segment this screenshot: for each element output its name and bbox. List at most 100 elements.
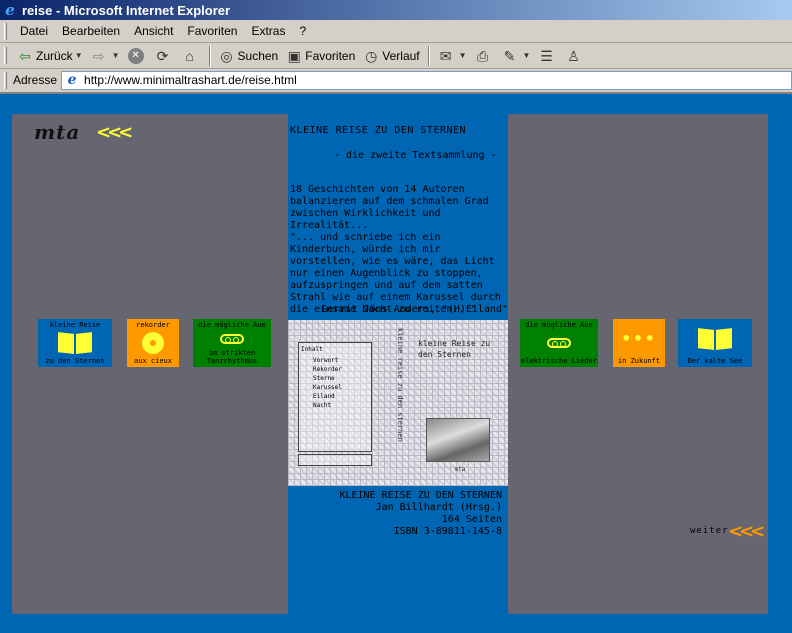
nav-tile-bottom-label: Der kalte See — [687, 357, 743, 365]
book-title: KLEINE REISE ZU DEN STERNEN — [339, 490, 502, 501]
book-cover-image: Inhalt Vorwort Rekorder Sterne Karussel … — [288, 320, 508, 486]
refresh-button[interactable]: ⟳ — [151, 45, 178, 67]
content-title: KLEINE REISE ZU DEN STERNEN — [290, 125, 467, 136]
book-icon — [58, 333, 92, 353]
toolbar-separator — [427, 45, 430, 66]
book-editor: Jan Billhardt (Hrsg.) — [375, 502, 502, 513]
cassette-icon — [547, 338, 571, 348]
cover-toc-entry: Vorwort — [313, 357, 339, 364]
weiter-link[interactable]: weiter — [690, 526, 729, 536]
cover-toc-entry: Rekorder — [313, 366, 342, 373]
menu-extras[interactable]: Extras — [244, 22, 292, 40]
cover-toc-box: Inhalt Vorwort Rekorder Sterne Karussel … — [298, 342, 372, 452]
cover-toc-entry: Nacht — [313, 402, 332, 409]
menu-grip — [4, 22, 7, 40]
toolbar-grip — [4, 47, 7, 64]
window-title: reise - Microsoft Internet Explorer — [22, 2, 231, 18]
favorites-label: Favoriten — [305, 48, 356, 63]
nav-tile-der-kalte-see[interactable]: Der kalte See — [678, 319, 752, 367]
print-button[interactable]: ⎙ — [471, 45, 498, 67]
menu-datei[interactable]: Datei — [13, 22, 55, 40]
menu-bar: Datei Bearbeiten Ansicht Favoriten Extra… — [0, 20, 792, 43]
nav-tile-in-zukunft[interactable]: ••• in Zukunft — [613, 319, 665, 367]
favorites-button[interactable]: ▣ Favoriten — [282, 45, 359, 67]
book-isbn: ISBN 3-89811-145-8 — [393, 526, 502, 537]
nav-tile-kleine-reise[interactable]: kleine Reise zu den Sternen — [38, 319, 112, 367]
nav-tile-bottom-label: aux cieux — [134, 357, 172, 365]
stop-button[interactable]: ✕ — [124, 45, 151, 67]
nav-tile-top-label: die mögliche Aue — [198, 321, 266, 329]
nav-tile-top-label: rekorder — [136, 321, 170, 329]
nav-tile-bottom-label: im strikten Tanzrhythmus — [206, 349, 258, 365]
address-label: Adresse — [13, 73, 58, 87]
mail-dropdown-icon[interactable]: ▼ — [459, 51, 467, 60]
cover-caption: mta — [454, 466, 466, 473]
back-label: Zurück — [36, 48, 73, 63]
book-pages: 164 Seiten — [441, 514, 502, 525]
cover-title: kleine Reise zu den Sternen — [418, 339, 491, 359]
window-titlebar: e reise - Microsoft Internet Explorer — [0, 0, 792, 20]
back-arrow-icon: ⇦ — [19, 47, 31, 64]
internet-explorer-icon: e — [5, 1, 15, 19]
history-button[interactable]: ◷ Verlauf — [359, 45, 423, 67]
cd-icon — [142, 332, 164, 354]
page-viewport: mta <<< KLEINE REISE ZU DEN STERNEN - di… — [0, 92, 792, 633]
dots-icon: ••• — [621, 329, 657, 348]
home-icon: ⌂ — [185, 47, 194, 64]
back-button[interactable]: ⇦ Zurück ▼ — [13, 45, 87, 67]
nav-tile-bottom-label: in Zukunft — [617, 357, 661, 365]
menu-help[interactable]: ? — [292, 22, 313, 40]
search-button[interactable]: ◎ Suchen — [215, 45, 283, 67]
nav-tile-bottom-label: elektrische Lieder — [521, 357, 597, 365]
menu-ansicht[interactable]: Ansicht — [127, 22, 180, 40]
mail-icon: ✉ — [439, 47, 452, 64]
standard-toolbar: ⇦ Zurück ▼ ⇨ ▼ ✕ ⟳ ⌂ ◎ Suchen ▣ Favorite… — [0, 43, 792, 69]
address-bar: Adresse e http://www.minimaltrashart.de/… — [0, 69, 792, 91]
book-icon — [698, 329, 732, 349]
nav-tile-moegliche-aue-tanz[interactable]: die mögliche Aue im strikten Tanzrhythmu… — [193, 319, 271, 367]
messenger-icon: ♙ — [567, 47, 580, 64]
forward-button[interactable]: ⇨ ▼ — [87, 45, 124, 67]
nav-tile-top-label: kleine Reise — [49, 321, 101, 329]
search-icon: ◎ — [220, 47, 233, 64]
edit-icon: ✎ — [503, 47, 516, 64]
book-info: KLEINE REISE ZU DEN STERNEN Jan Billhard… — [290, 490, 502, 538]
content-subtitle: - die zweite Textsammlung - — [334, 150, 497, 161]
forward-arrow-icon: ⇨ — [92, 47, 105, 64]
nav-tile-top-label: die mögliche Aue — [525, 321, 593, 329]
messenger-button[interactable]: ♙ — [561, 45, 588, 67]
printer-icon: ⎙ — [476, 47, 489, 64]
mail-button[interactable]: ✉ ▼ — [434, 45, 471, 67]
refresh-icon: ⟳ — [156, 47, 169, 64]
cover-footer-box — [298, 454, 372, 466]
address-url[interactable]: http://www.minimaltrashart.de/reise.html — [84, 73, 297, 87]
menu-bearbeiten[interactable]: Bearbeiten — [55, 22, 127, 40]
search-label: Suchen — [237, 48, 279, 63]
chevrons-left-icon: <<< — [96, 122, 133, 143]
forward-dropdown-icon[interactable]: ▼ — [112, 51, 120, 60]
nav-tile-rekorder[interactable]: rekorder aux cieux — [127, 319, 179, 367]
chevrons-weiter-icon[interactable]: <<< — [728, 521, 765, 542]
cover-spine-text: kleine reise zu den sternen — [396, 328, 404, 442]
quote-author: Gerrit Jöns Anders, "(H)Eiland" — [321, 304, 508, 315]
discuss-button[interactable]: ☰ — [534, 45, 561, 67]
edit-dropdown-icon[interactable]: ▼ — [523, 51, 531, 60]
cover-toc-entry: Eiland — [313, 393, 335, 400]
address-grip — [4, 71, 7, 89]
edit-button[interactable]: ✎ ▼ — [498, 45, 535, 67]
address-input[interactable]: e http://www.minimaltrashart.de/reise.ht… — [61, 70, 792, 90]
cover-toc-entry: Sterne — [313, 375, 335, 382]
home-button[interactable]: ⌂ — [178, 45, 205, 67]
cover-toc-entry: Karussel — [313, 384, 342, 391]
discuss-icon: ☰ — [540, 47, 553, 64]
back-dropdown-icon[interactable]: ▼ — [75, 51, 83, 60]
page-icon: e — [67, 72, 77, 88]
cover-photo — [426, 418, 490, 462]
nav-tile-moegliche-aue-lieder[interactable]: die mögliche Aue elektrische Lieder — [520, 319, 598, 367]
site-logo[interactable]: mta — [34, 120, 80, 144]
nav-tile-bottom-label: zu den Sternen — [45, 357, 105, 365]
history-label: Verlauf — [382, 48, 420, 63]
menu-favoriten[interactable]: Favoriten — [180, 22, 244, 40]
history-icon: ◷ — [365, 47, 378, 64]
toolbar-separator — [208, 45, 211, 66]
